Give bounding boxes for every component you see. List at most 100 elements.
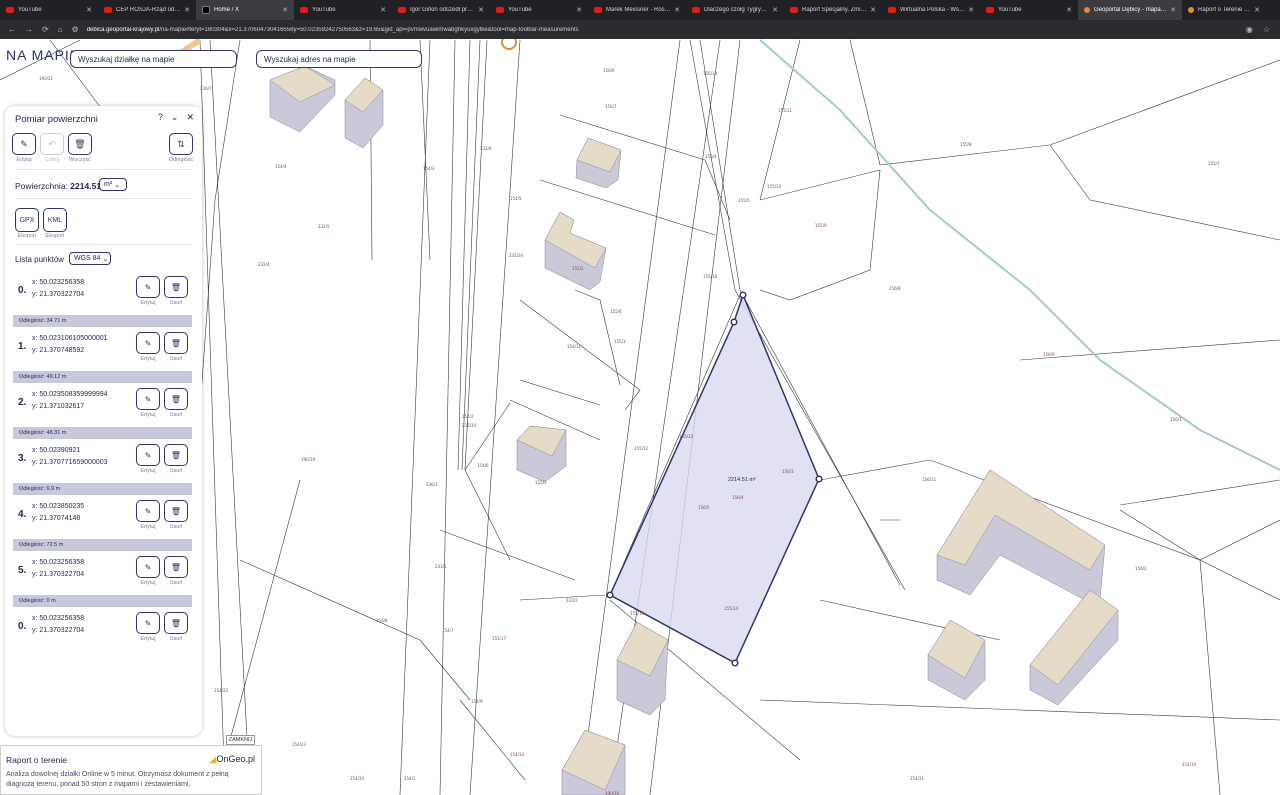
- point-x: x: 50.023256358: [32, 559, 85, 566]
- building-1375: [616, 621, 669, 716]
- home-icon[interactable]: ⌂: [58, 25, 63, 34]
- browser-tab[interactable]: Raport o Terenie OnGeo.pl✕: [1182, 0, 1266, 20]
- delete-point-button[interactable]: 🗑: [164, 332, 188, 354]
- parcel-number-label: 155/7: [1208, 161, 1220, 166]
- browser-tab[interactable]: YouTube ✕: [980, 0, 1078, 20]
- search-address-button[interactable]: Wyszukaj adres na mapie: [256, 50, 422, 68]
- pencil-icon: ✎: [144, 618, 152, 628]
- vertex-handle[interactable]: [606, 591, 614, 599]
- reload-icon[interactable]: ⟳: [42, 25, 49, 34]
- eye-off-icon[interactable]: ◉: [1246, 25, 1253, 34]
- delete-label: Usuń: [169, 636, 183, 642]
- crs-select[interactable]: WGS 84 ⌄: [69, 252, 111, 265]
- delete-point-button[interactable]: 🗑: [164, 500, 188, 522]
- browser-tab[interactable]: Raport Specjalny, Zmiany ✕: [784, 0, 882, 20]
- vertex-handle[interactable]: [730, 318, 738, 326]
- tab-close-icon[interactable]: ✕: [86, 6, 92, 14]
- point-y: y: 21.37074148: [32, 515, 81, 522]
- tab-close-icon[interactable]: ✕: [870, 6, 876, 14]
- point-index: 1.: [18, 341, 27, 352]
- delete-point-button[interactable]: 🗑: [164, 556, 188, 578]
- site-info-icon[interactable]: ⚙: [72, 25, 79, 34]
- browser-tab[interactable]: Dlaczego czołg Tygrys II był✕: [686, 0, 784, 20]
- help-icon[interactable]: ?: [158, 112, 163, 123]
- tab-close-icon[interactable]: ✕: [772, 6, 778, 14]
- tab-close-icon[interactable]: ✕: [674, 6, 680, 14]
- parcel-number-label: 236/7: [200, 86, 212, 91]
- edit-point-button[interactable]: ✎: [136, 556, 160, 578]
- browser-tab[interactable]: YouTube ✕: [0, 0, 98, 20]
- distance-button[interactable]: ⇅: [169, 133, 193, 155]
- browser-tab[interactable]: YouTube ✕: [294, 0, 392, 20]
- delete-point-button[interactable]: 🗑: [164, 612, 188, 634]
- distance-bar: Odległość: 0 m: [13, 595, 192, 607]
- youtube-icon: [790, 7, 798, 13]
- tab-close-icon[interactable]: ✕: [282, 6, 288, 14]
- point-x: x: 50.023256358: [32, 615, 85, 622]
- delete-point-button[interactable]: 🗑: [164, 388, 188, 410]
- tab-title: YouTube: [508, 7, 532, 13]
- parcel-number-label: 155/11: [778, 108, 793, 113]
- trash-icon: 🗑: [170, 338, 182, 348]
- tab-title: Dlaczego czołg Tygrys II był: [704, 7, 769, 13]
- tab-close-icon[interactable]: ✕: [380, 6, 386, 14]
- close-ad-button[interactable]: ZAMKNIJ: [226, 735, 255, 745]
- bookmark-star-icon[interactable]: ☆: [1263, 25, 1270, 34]
- tab-close-icon[interactable]: ✕: [478, 6, 484, 14]
- building-1378: [544, 211, 607, 291]
- close-icon[interactable]: ✕: [186, 112, 194, 123]
- edit-point-button[interactable]: ✎: [136, 276, 160, 298]
- building-154: [269, 65, 336, 133]
- tab-title: Marek Meissner - Rosja Puti: [606, 7, 671, 13]
- back-icon[interactable]: ←: [8, 25, 16, 34]
- x-icon: [202, 6, 210, 14]
- browser-tab[interactable]: Marek Meissner - Rosja Puti✕: [588, 0, 686, 20]
- point-y: y: 21.371032617: [32, 403, 85, 410]
- edit-point-button[interactable]: ✎: [136, 500, 160, 522]
- vertex-handle[interactable]: [739, 291, 747, 299]
- clear-button[interactable]: 🗑: [68, 133, 92, 155]
- browser-tab[interactable]: Wirtualna Polska - Wszystko✕: [882, 0, 980, 20]
- vertex-handle[interactable]: [815, 475, 823, 483]
- browser-tab[interactable]: Geoportal Dębicy - mapa dz ✕: [1078, 0, 1182, 20]
- edit-button[interactable]: ✎: [12, 133, 36, 155]
- unit-select[interactable]: m² ⌄: [99, 178, 127, 191]
- browser-tab[interactable]: Igor Girkin odszedł przed k ✕: [392, 0, 490, 20]
- browser-tab[interactable]: YouTube ✕: [490, 0, 588, 20]
- parcel-number-label: 155/13: [679, 434, 694, 439]
- chevron-down-icon[interactable]: ⌄: [171, 112, 179, 123]
- export-kml-button[interactable]: KML: [43, 208, 67, 232]
- vertex-handle[interactable]: [731, 659, 739, 667]
- divider: [15, 244, 192, 245]
- trash-icon: 🗑: [170, 450, 182, 460]
- delete-point-button[interactable]: 🗑: [164, 444, 188, 466]
- tab-close-icon[interactable]: ✕: [1066, 6, 1072, 14]
- trash-icon: 🗑: [170, 506, 182, 516]
- edit-point-button[interactable]: ✎: [136, 388, 160, 410]
- browser-tab[interactable]: CEP ROSJA-Rząd odmawia m✕: [98, 0, 196, 20]
- edit-point-button[interactable]: ✎: [136, 332, 160, 354]
- export-gpx-button[interactable]: GPX: [15, 208, 39, 232]
- browser-tab[interactable]: Home / X ✕: [196, 0, 294, 20]
- url-field[interactable]: debica.geoportal-krajowy.pl/na-mapie#ter…: [87, 27, 1236, 33]
- tab-close-icon[interactable]: ✕: [1170, 6, 1176, 14]
- edit-point-button[interactable]: ✎: [136, 612, 160, 634]
- forward-icon[interactable]: →: [25, 25, 33, 34]
- tab-close-icon[interactable]: ✕: [184, 6, 190, 14]
- measured-area-polygon[interactable]: [609, 292, 820, 665]
- ongeo-ad[interactable]: Raport o terenie ◢OnGeo.pl Analiza dowol…: [0, 745, 262, 795]
- building-152: [344, 77, 384, 149]
- undo-icon: ↶: [48, 138, 56, 149]
- edit-point-button[interactable]: ✎: [136, 444, 160, 466]
- search-parcel-button[interactable]: Wyszukaj działkę na mapie: [70, 50, 237, 68]
- parcel-number-label: 154/8: [376, 618, 388, 623]
- river-line: [759, 39, 1280, 471]
- tab-close-icon[interactable]: ✕: [576, 6, 582, 14]
- delete-point-button[interactable]: 🗑: [164, 276, 188, 298]
- tab-close-icon[interactable]: ✕: [1254, 6, 1260, 14]
- trash-icon: 🗑: [74, 138, 86, 149]
- undo-button[interactable]: ↶: [40, 133, 64, 155]
- tab-close-icon[interactable]: ✕: [968, 6, 974, 14]
- delete-label: Usuń: [169, 300, 183, 306]
- tab-title: Igor Girkin odszedł przed k: [410, 7, 476, 13]
